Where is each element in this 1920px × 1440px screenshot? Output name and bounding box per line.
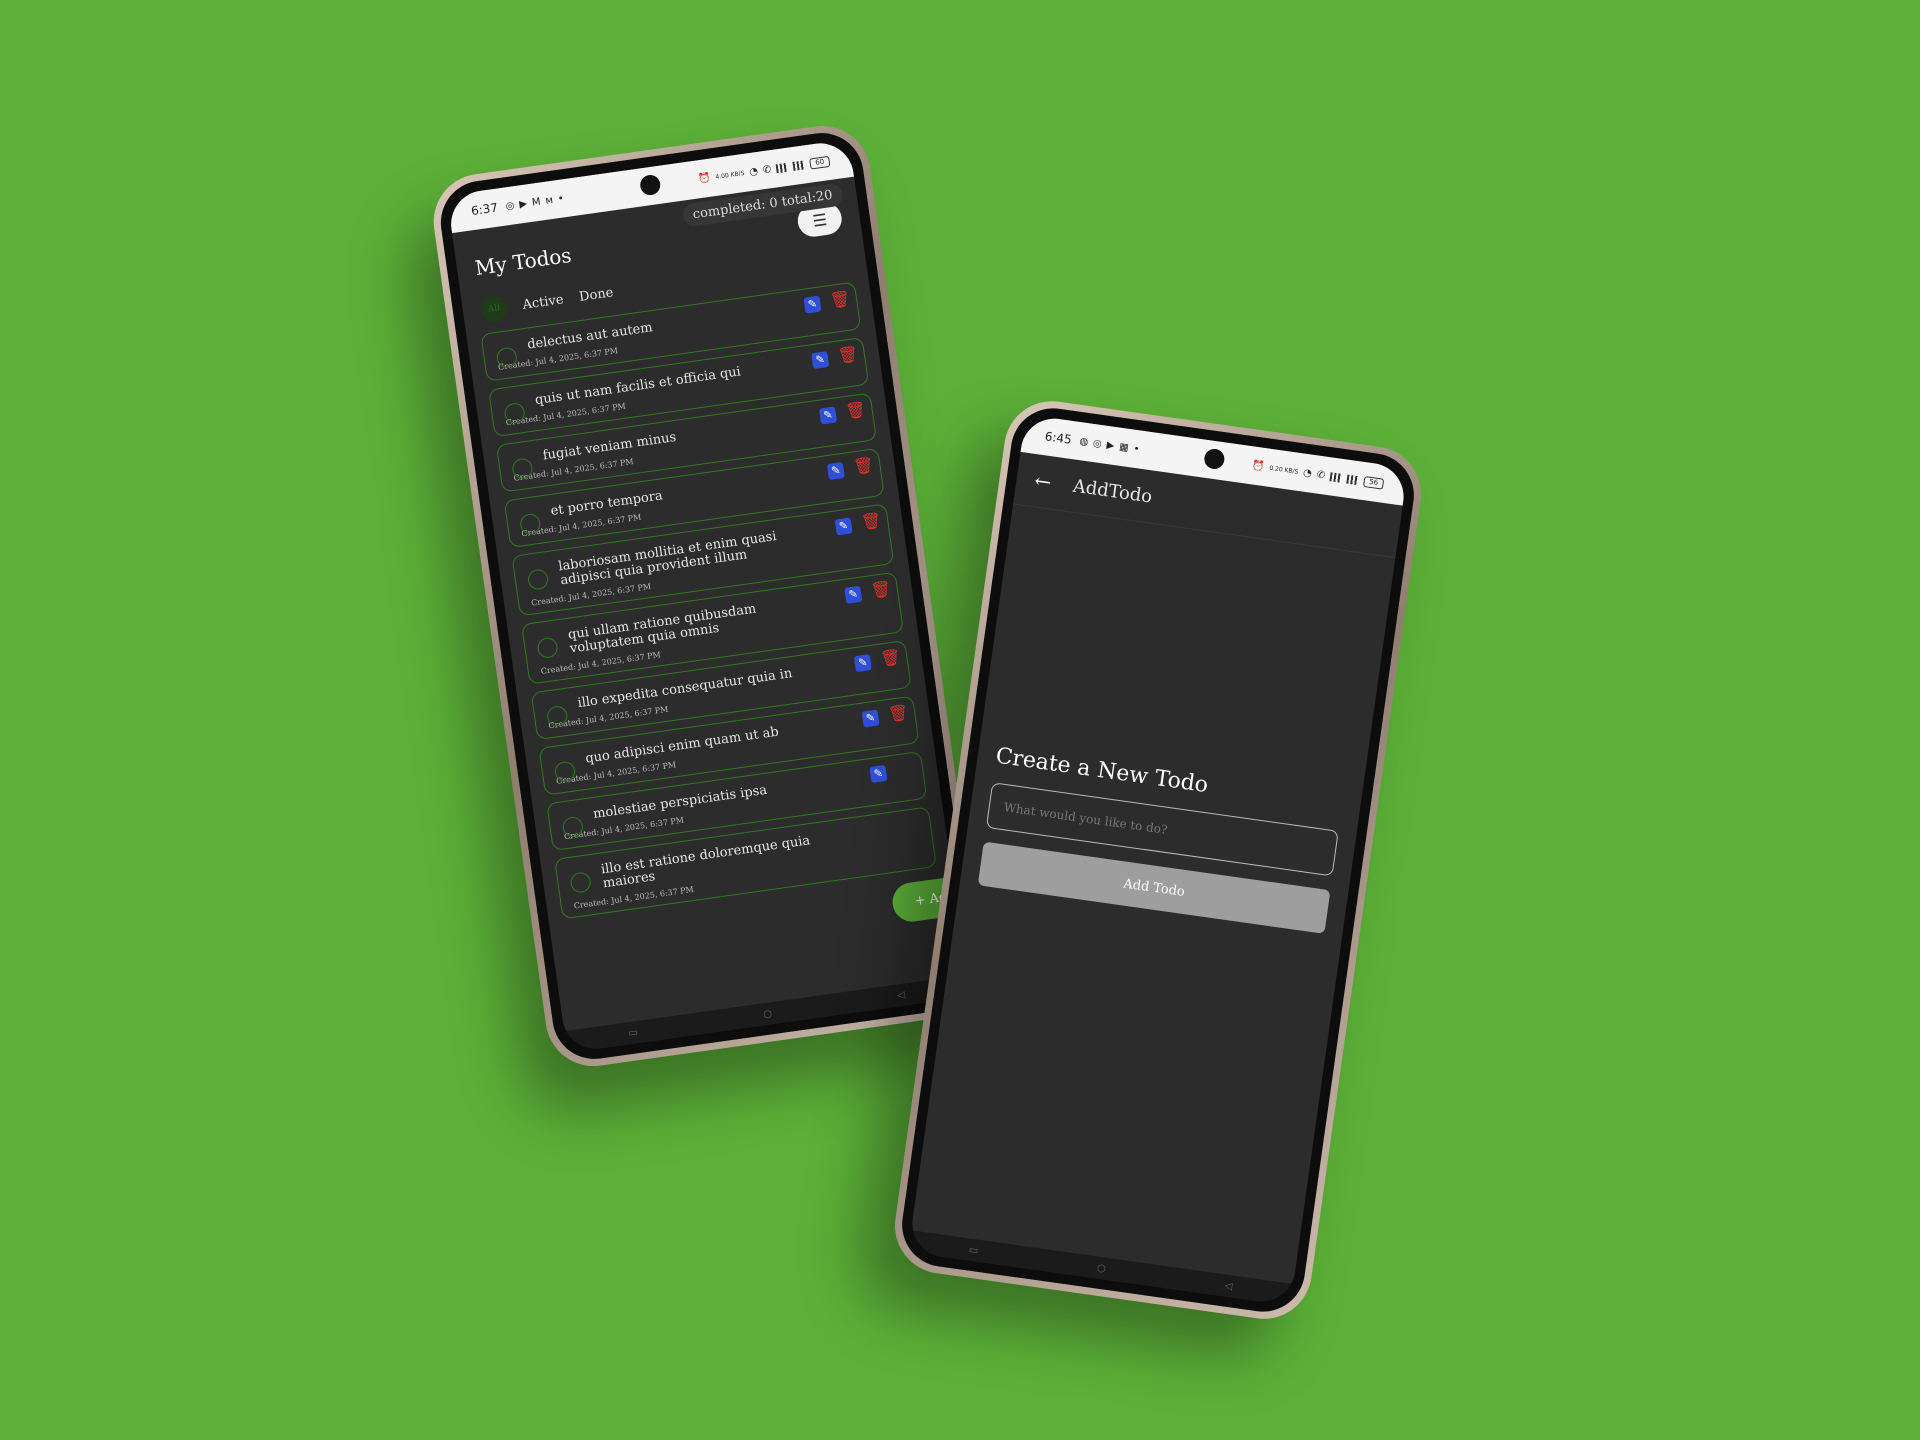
trash-icon[interactable]: 🗑 bbox=[837, 344, 860, 366]
edit-icon[interactable]: ✎ bbox=[834, 517, 853, 536]
gmail-icon: M bbox=[531, 196, 542, 209]
edit-icon[interactable]: ✎ bbox=[826, 461, 845, 481]
phone-bezel: 6:37 ◎ ▶ M ᴍ • ⏰ 4.00 KB/S ◔ ✆ 60 comple… bbox=[435, 127, 981, 1065]
todo-list: delectus aut autem Created: Jul 4, 2025,… bbox=[466, 280, 950, 922]
filter-icon: ☰ bbox=[811, 209, 829, 231]
youtube-icon: ▶ bbox=[1105, 439, 1116, 452]
signal-icon-2 bbox=[1346, 474, 1360, 485]
phone-todo-list: 6:37 ◎ ▶ M ᴍ • ⏰ 4.00 KB/S ◔ ✆ 60 comple… bbox=[427, 119, 989, 1073]
trash-icon[interactable]: 🗑 bbox=[829, 288, 852, 310]
back-arrow-icon[interactable]: ← bbox=[1033, 468, 1053, 494]
page-title: My Todos bbox=[473, 242, 573, 281]
notification-icon: ◎ bbox=[1092, 437, 1103, 450]
wifi-icon: ◔ bbox=[1302, 466, 1313, 480]
create-todo-form: Create a New Todo Add Todo bbox=[977, 744, 1344, 934]
trash-icon[interactable]: 🗑 bbox=[844, 399, 867, 421]
tab-active[interactable]: Active bbox=[522, 292, 565, 313]
edit-icon[interactable]: ✎ bbox=[819, 406, 838, 425]
notification-icons: ◍ ◎ ▶ ▦ • bbox=[1079, 436, 1140, 455]
page-title: AddTodo bbox=[1071, 475, 1154, 508]
signal-icon bbox=[1329, 471, 1343, 483]
battery-icon: 60 bbox=[809, 155, 831, 170]
todo-checkbox[interactable] bbox=[526, 568, 550, 591]
phone-bezel: 6:45 ◍ ◎ ▶ ▦ • ⏰ 0.20 KB/S ◔ ✆ 56 ← AddT… bbox=[896, 402, 1420, 1318]
todo-list-screen: 6:37 ◎ ▶ M ᴍ • ⏰ 4.00 KB/S ◔ ✆ 60 comple… bbox=[446, 138, 970, 1054]
trash-icon[interactable]: 🗑 bbox=[860, 510, 883, 532]
back-button[interactable]: ◁ bbox=[1224, 1280, 1233, 1292]
recents-button[interactable]: ▭ bbox=[968, 1244, 979, 1256]
alarm-icon: ⏰ bbox=[1251, 459, 1266, 473]
wifi-icon: ◔ bbox=[748, 165, 759, 178]
trash-icon[interactable]: 🗑 bbox=[879, 647, 902, 669]
network-speed: 0.20 KB/S bbox=[1268, 464, 1299, 476]
call-icon: ✆ bbox=[762, 163, 772, 176]
front-camera bbox=[638, 173, 662, 197]
edit-icon[interactable]: ✎ bbox=[853, 654, 872, 673]
signal-icon-2 bbox=[792, 159, 806, 171]
home-button[interactable]: ○ bbox=[762, 1008, 772, 1020]
edit-icon[interactable]: ✎ bbox=[844, 585, 863, 604]
notification-icon: ◎ bbox=[504, 199, 516, 212]
todo-checkbox[interactable] bbox=[569, 871, 592, 894]
status-time: 6:45 bbox=[1043, 429, 1073, 447]
edit-icon[interactable]: ✎ bbox=[861, 709, 880, 728]
tab-all[interactable]: All bbox=[479, 294, 509, 324]
system-icons: ⏰ 4.00 KB/S ◔ ✆ 60 bbox=[697, 155, 831, 185]
whatsapp-icon: ◍ bbox=[1078, 435, 1089, 448]
home-button[interactable]: ○ bbox=[1096, 1262, 1106, 1274]
battery-icon: 56 bbox=[1362, 475, 1385, 490]
todo-checkbox[interactable] bbox=[536, 636, 559, 660]
dot-icon: • bbox=[1132, 443, 1141, 455]
add-todo-screen: 6:45 ◍ ◎ ▶ ▦ • ⏰ 0.20 KB/S ◔ ✆ 56 ← AddT… bbox=[908, 414, 1408, 1306]
call-icon: ✆ bbox=[1316, 468, 1326, 481]
network-speed: 4.00 KB/S bbox=[714, 169, 745, 181]
notification-icons: ◎ ▶ M ᴍ • bbox=[505, 193, 564, 212]
gallery-icon: ▦ bbox=[1118, 441, 1130, 454]
youtube-icon: ▶ bbox=[518, 197, 528, 210]
system-nav-bar: ▭ ○ ◁ bbox=[908, 1230, 1294, 1306]
front-camera bbox=[1203, 447, 1226, 471]
system-nav-bar: ▭ ○ ◁ bbox=[564, 974, 970, 1054]
trash-icon[interactable]: 🗑 bbox=[870, 579, 893, 601]
recents-button[interactable]: ▭ bbox=[628, 1027, 639, 1039]
app-icon: ᴍ bbox=[544, 194, 554, 207]
edit-icon[interactable]: ✎ bbox=[869, 764, 888, 784]
tab-done[interactable]: Done bbox=[578, 285, 614, 305]
signal-icon bbox=[775, 162, 789, 173]
dot-icon: • bbox=[557, 192, 565, 205]
back-button[interactable]: ◁ bbox=[897, 989, 906, 1001]
system-icons: ⏰ 0.20 KB/S ◔ ✆ 56 bbox=[1251, 459, 1385, 490]
phone-add-todo: 6:45 ◍ ◎ ▶ ▦ • ⏰ 0.20 KB/S ◔ ✆ 56 ← AddT… bbox=[888, 395, 1428, 1325]
trash-icon[interactable]: 🗑 bbox=[887, 702, 910, 724]
edit-icon[interactable]: ✎ bbox=[803, 295, 822, 314]
trash-icon[interactable]: 🗑 bbox=[852, 455, 875, 477]
alarm-icon: ⏰ bbox=[697, 172, 712, 185]
status-time: 6:37 bbox=[470, 200, 499, 219]
edit-icon[interactable]: ✎ bbox=[811, 351, 830, 370]
